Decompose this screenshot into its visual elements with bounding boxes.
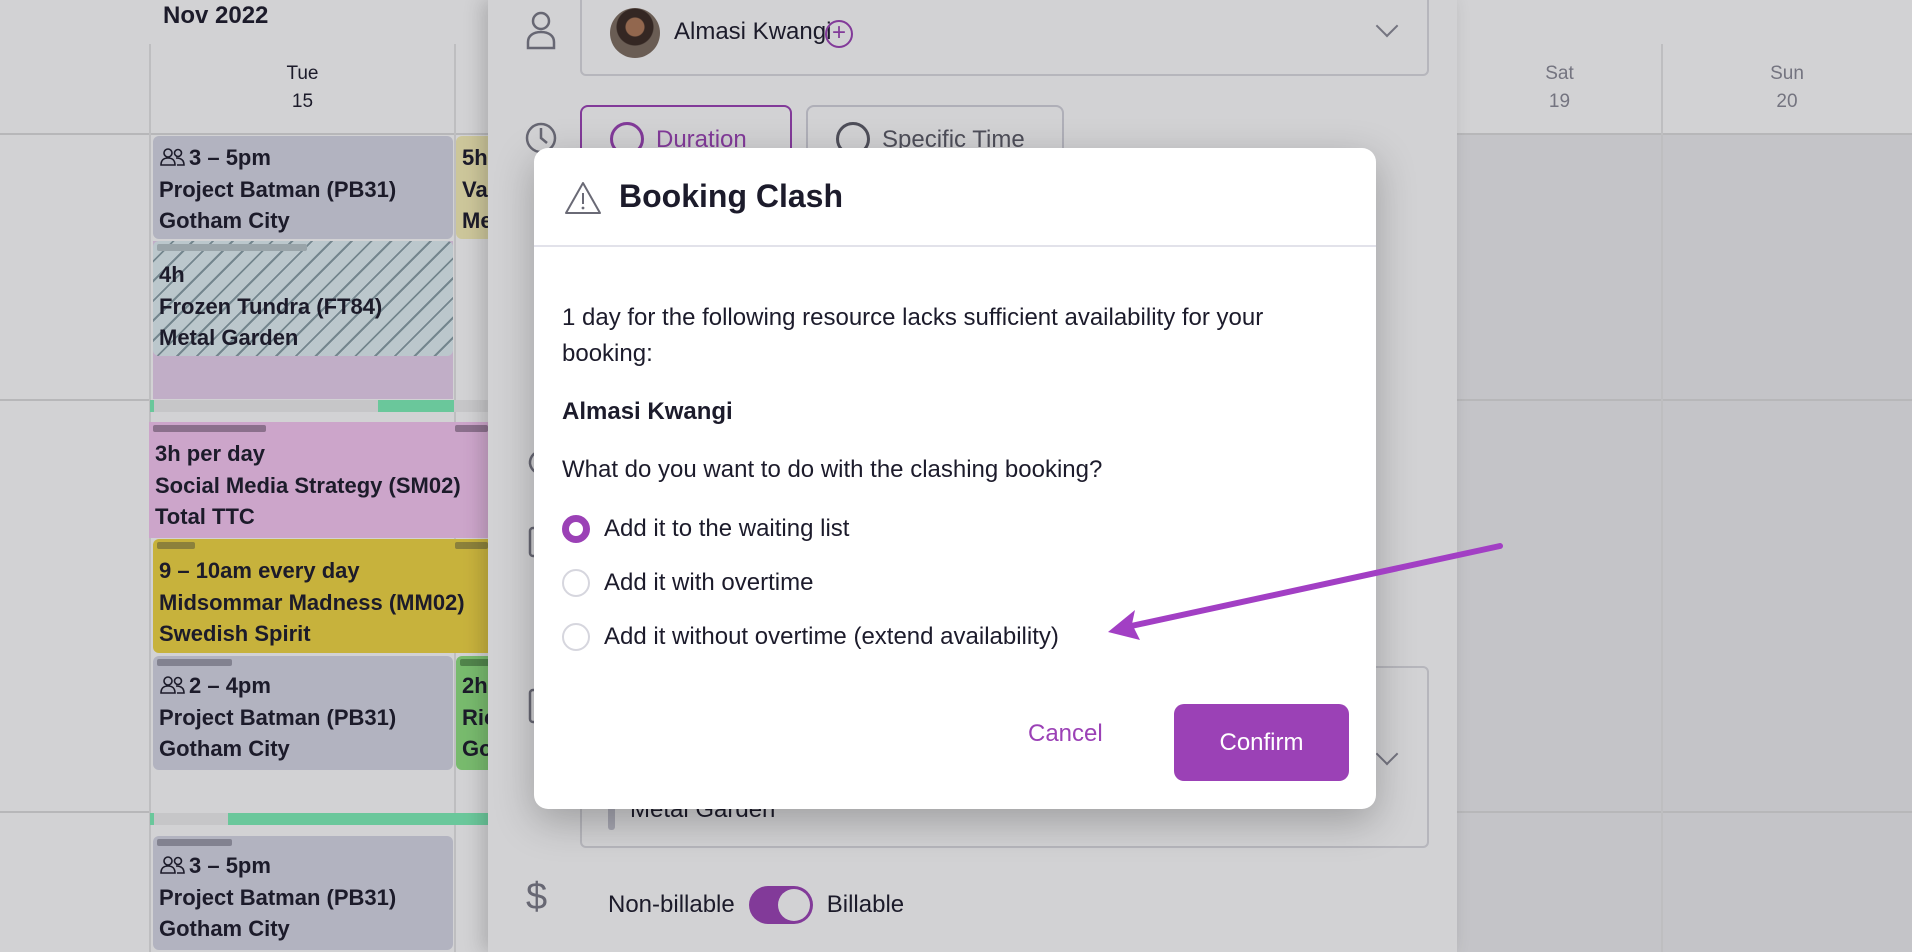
confirm-button[interactable]: Confirm [1174, 704, 1349, 781]
option-without-overtime[interactable]: Add it without overtime (extend availabi… [562, 623, 1059, 651]
clash-resource-name: Almasi Kwangi [562, 398, 733, 425]
dialog-header: Booking Clash [534, 148, 1376, 247]
option-waiting-list[interactable]: Add it to the waiting list [562, 515, 849, 543]
cancel-button[interactable]: Cancel [1028, 720, 1103, 748]
option-label: Add it without overtime (extend availabi… [604, 623, 1059, 650]
option-label: Add it to the waiting list [604, 515, 850, 542]
dialog-title: Booking Clash [619, 178, 844, 214]
booking-clash-dialog: Booking Clash 1 day for the following re… [534, 148, 1376, 809]
warning-icon [565, 182, 601, 214]
option-with-overtime[interactable]: Add it with overtime [562, 569, 813, 597]
option-label: Add it with overtime [604, 569, 814, 596]
radio-button[interactable] [562, 569, 590, 597]
radio-button[interactable] [562, 515, 590, 543]
radio-button[interactable] [562, 623, 590, 651]
dialog-message: 1 day for the following resource lacks s… [562, 304, 1264, 367]
dialog-question: What do you want to do with the clashing… [562, 456, 1103, 483]
